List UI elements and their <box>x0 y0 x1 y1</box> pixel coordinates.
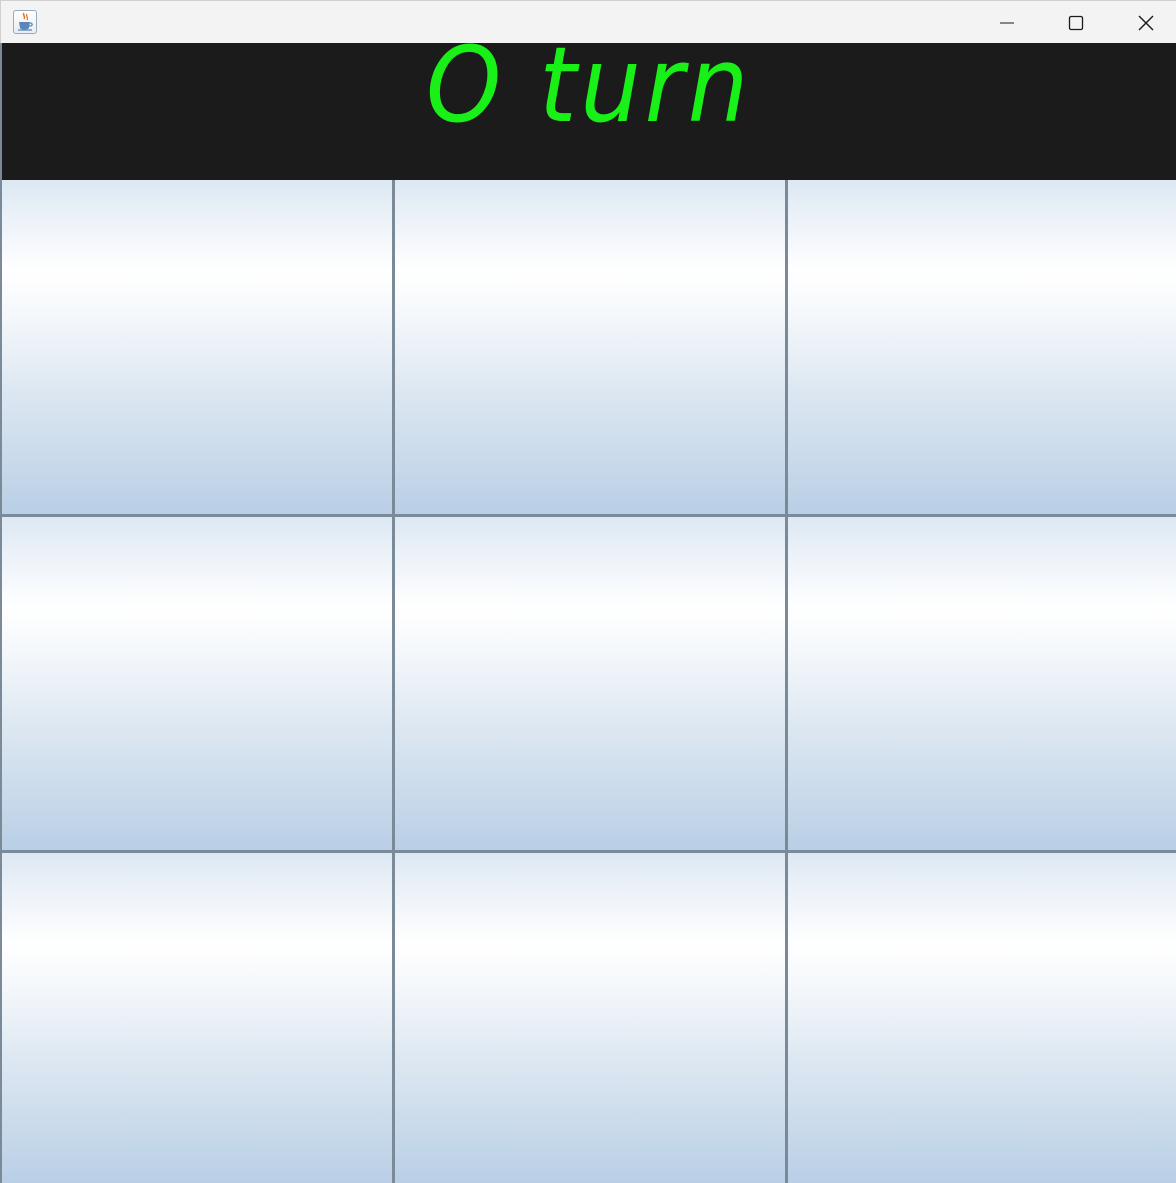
cell-mark <box>395 853 785 1183</box>
board-cell-4[interactable] <box>2 517 392 850</box>
board-cell-7[interactable] <box>2 853 392 1183</box>
maximize-icon <box>1068 15 1084 30</box>
close-button[interactable] <box>1111 1 1176 44</box>
board-cell-2[interactable] <box>395 180 785 514</box>
board-cell-6[interactable] <box>788 517 1176 850</box>
board-cell-5[interactable] <box>395 517 785 850</box>
minimize-button[interactable] <box>972 1 1042 44</box>
cell-mark <box>2 517 392 850</box>
cell-mark <box>788 180 1176 514</box>
game-board <box>2 180 1176 1183</box>
status-panel: O turn <box>2 43 1176 180</box>
board-cell-3[interactable] <box>788 180 1176 514</box>
board-cell-1[interactable] <box>2 180 392 514</box>
cell-mark <box>788 853 1176 1183</box>
java-cup-icon[interactable] <box>13 10 37 34</box>
board-cell-8[interactable] <box>395 853 785 1183</box>
turn-status-label: O turn <box>426 43 752 146</box>
cell-mark <box>788 517 1176 850</box>
cell-mark <box>2 853 392 1183</box>
title-bar[interactable] <box>0 0 1176 43</box>
minimize-icon <box>1000 22 1014 23</box>
cell-mark <box>2 180 392 514</box>
close-icon <box>1138 15 1154 30</box>
game-window: O turn <box>0 0 1176 1183</box>
cell-mark <box>395 517 785 850</box>
cell-mark <box>395 180 785 514</box>
maximize-button[interactable] <box>1041 1 1111 44</box>
board-cell-9[interactable] <box>788 853 1176 1183</box>
